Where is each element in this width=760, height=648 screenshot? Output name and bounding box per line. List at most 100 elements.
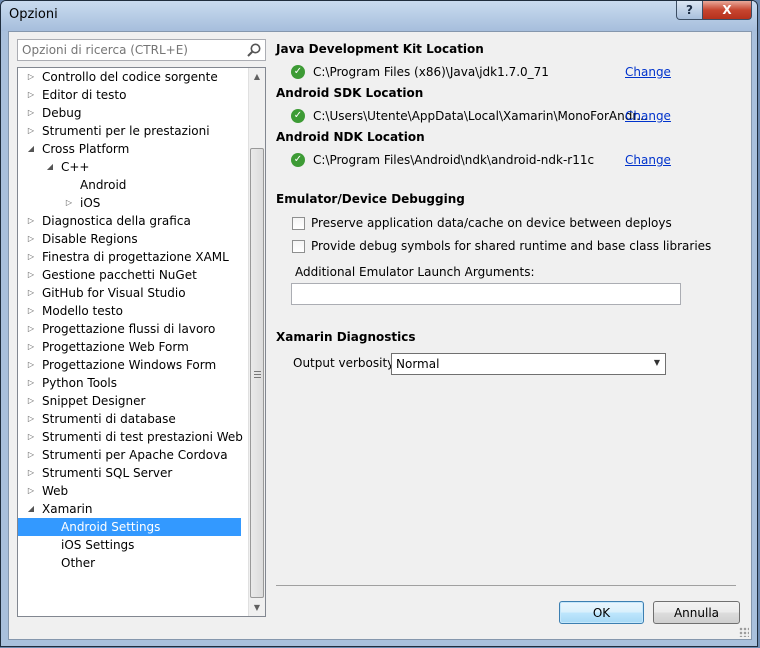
- close-icon: X: [722, 3, 732, 17]
- title-bar[interactable]: Opzioni ? X: [1, 1, 757, 31]
- expand-arrow-icon[interactable]: ▷: [26, 374, 36, 392]
- tree-item[interactable]: ▷ Progettazione Web Form: [18, 338, 241, 356]
- tree-item[interactable]: ▷ Snippet Designer: [18, 392, 241, 410]
- tree-item[interactable]: ▷ Strumenti per Apache Cordova: [18, 446, 241, 464]
- tree-item[interactable]: ▷ Controllo del codice sorgente: [18, 68, 241, 86]
- tree-item[interactable]: ▷ Modello testo: [18, 302, 241, 320]
- tree-item[interactable]: ◢ Cross Platform: [18, 140, 241, 158]
- tree-item-label: Strumenti per Apache Cordova: [42, 448, 228, 462]
- close-button[interactable]: X: [702, 1, 752, 20]
- tree-item-label: Android: [80, 178, 127, 192]
- expand-arrow-icon[interactable]: ▷: [26, 482, 36, 500]
- tree-item[interactable]: ▷ Strumenti di test prestazioni Web: [18, 428, 243, 446]
- expand-arrow-icon[interactable]: ▷: [26, 284, 36, 302]
- tree-item[interactable]: ▷ Python Tools: [18, 374, 241, 392]
- scroll-up-icon[interactable]: ▲: [249, 68, 265, 85]
- tree-item[interactable]: ▷ Strumenti SQL Server: [18, 464, 241, 482]
- expand-arrow-icon[interactable]: ▷: [26, 266, 36, 284]
- collapse-arrow-icon[interactable]: ◢: [26, 140, 36, 158]
- expand-arrow-icon[interactable]: ▷: [26, 104, 36, 122]
- collapse-arrow-icon[interactable]: ◢: [45, 158, 55, 176]
- window-title: Opzioni: [9, 7, 58, 22]
- scroll-thumb[interactable]: [250, 148, 264, 598]
- tree-scrollbar[interactable]: ▲ ▼: [248, 68, 265, 616]
- scroll-down-icon[interactable]: ▼: [249, 599, 265, 616]
- expand-arrow-icon[interactable]: ▷: [26, 410, 36, 428]
- tree-item-label: Strumenti di test prestazioni Web: [42, 430, 243, 444]
- android-ndk-change-link[interactable]: Change: [625, 153, 671, 167]
- ok-button[interactable]: OK: [559, 601, 644, 624]
- expand-arrow-icon[interactable]: ▷: [26, 356, 36, 374]
- tree-item[interactable]: Other: [18, 554, 241, 572]
- android-sdk-ok-icon: ✓: [291, 109, 305, 123]
- diagnostics-section-title: Xamarin Diagnostics: [276, 330, 416, 344]
- footer-divider: [276, 585, 736, 586]
- expand-arrow-icon[interactable]: ▷: [26, 392, 36, 410]
- tree-item[interactable]: ▷ Strumenti per le prestazioni: [18, 122, 241, 140]
- tree-item[interactable]: ◢ Xamarin: [18, 500, 241, 518]
- preserve-data-checkbox[interactable]: [292, 217, 305, 230]
- tree-item[interactable]: ▷ Diagnostica della grafica: [18, 212, 241, 230]
- tree-item[interactable]: ▷ Gestione pacchetti NuGet: [18, 266, 241, 284]
- expand-arrow-icon[interactable]: ▷: [26, 320, 36, 338]
- search-input[interactable]: [18, 40, 238, 60]
- tree-item[interactable]: ▷ Finestra di progettazione XAML: [18, 248, 241, 266]
- help-button[interactable]: ?: [676, 1, 703, 20]
- expand-arrow-icon[interactable]: ▷: [26, 68, 36, 86]
- emulator-args-input[interactable]: [291, 283, 681, 305]
- chevron-down-icon: ▼: [653, 358, 660, 367]
- tree-item-label: Controllo del codice sorgente: [42, 70, 218, 84]
- search-icon[interactable]: [246, 42, 262, 58]
- tree-item-label: C++: [61, 160, 90, 174]
- java-sdk-path: C:\Program Files (x86)\Java\jdk1.7.0_71: [313, 65, 549, 79]
- expand-arrow-icon[interactable]: ▷: [26, 428, 36, 446]
- tree-item[interactable]: ▷ Disable Regions: [18, 230, 241, 248]
- tree-item[interactable]: Android: [18, 176, 241, 194]
- tree-item-label: Finestra di progettazione XAML: [42, 250, 229, 264]
- tree-item-label: Strumenti per le prestazioni: [42, 124, 210, 138]
- tree-item[interactable]: iOS Settings: [18, 536, 241, 554]
- resize-grip-icon[interactable]: [739, 627, 749, 637]
- tree-item[interactable]: ▷ Editor di testo: [18, 86, 241, 104]
- expand-arrow-icon[interactable]: ▷: [26, 230, 36, 248]
- cancel-button[interactable]: Annulla: [653, 601, 740, 624]
- emulator-section-title: Emulator/Device Debugging: [276, 192, 465, 206]
- tree-item-label: GitHub for Visual Studio: [42, 286, 186, 300]
- verbosity-label: Output verbosity:: [293, 356, 398, 370]
- tree-list: ▷ Controllo del codice sorgente ▷ Editor di…: [18, 68, 243, 572]
- java-sdk-title: Java Development Kit Location: [276, 42, 484, 56]
- tree-item[interactable]: ▷ Web: [18, 482, 241, 500]
- tree-item[interactable]: ▷ GitHub for Visual Studio: [18, 284, 241, 302]
- options-window: Opzioni ? X ▷ Controllo del codice sorgen…: [0, 0, 758, 647]
- expand-arrow-icon[interactable]: ▷: [26, 464, 36, 482]
- collapse-arrow-icon[interactable]: ◢: [26, 500, 36, 518]
- android-ndk-title: Android NDK Location: [276, 130, 425, 144]
- tree-item[interactable]: ▷ Strumenti di database: [18, 410, 241, 428]
- expand-arrow-icon[interactable]: ▷: [26, 446, 36, 464]
- debug-symbols-checkbox[interactable]: [292, 240, 305, 253]
- java-ok-icon: ✓: [291, 65, 305, 79]
- tree-item-label: Strumenti SQL Server: [42, 466, 173, 480]
- tree-item[interactable]: ▷ Progettazione flussi di lavoro: [18, 320, 241, 338]
- expand-arrow-icon[interactable]: ▷: [64, 194, 74, 212]
- tree-item[interactable]: ▷ iOS: [18, 194, 241, 212]
- expand-arrow-icon[interactable]: ▷: [26, 122, 36, 140]
- verbosity-select[interactable]: Normal ▼: [391, 353, 666, 375]
- preserve-data-label[interactable]: Preserve application data/cache on devic…: [311, 216, 672, 230]
- debug-symbols-label[interactable]: Provide debug symbols for shared runtime…: [311, 239, 711, 253]
- tree-item-label: Progettazione Web Form: [42, 340, 189, 354]
- expand-arrow-icon[interactable]: ▷: [26, 248, 36, 266]
- tree-item[interactable]: ▷ Debug: [18, 104, 241, 122]
- android-sdk-change-link[interactable]: Change: [625, 109, 671, 123]
- expand-arrow-icon[interactable]: ▷: [26, 212, 36, 230]
- tree-item[interactable]: ◢ C++: [18, 158, 241, 176]
- expand-arrow-icon[interactable]: ▷: [26, 338, 36, 356]
- expand-arrow-icon[interactable]: ▷: [26, 302, 36, 320]
- tree-item-label: Xamarin: [42, 502, 93, 516]
- expand-arrow-icon[interactable]: ▷: [26, 86, 36, 104]
- grip-icon: [254, 371, 261, 378]
- tree-item-label: Diagnostica della grafica: [42, 214, 191, 228]
- tree-item[interactable]: Android Settings: [18, 518, 241, 536]
- java-change-link[interactable]: Change: [625, 65, 671, 79]
- tree-item[interactable]: ▷ Progettazione Windows Form: [18, 356, 241, 374]
